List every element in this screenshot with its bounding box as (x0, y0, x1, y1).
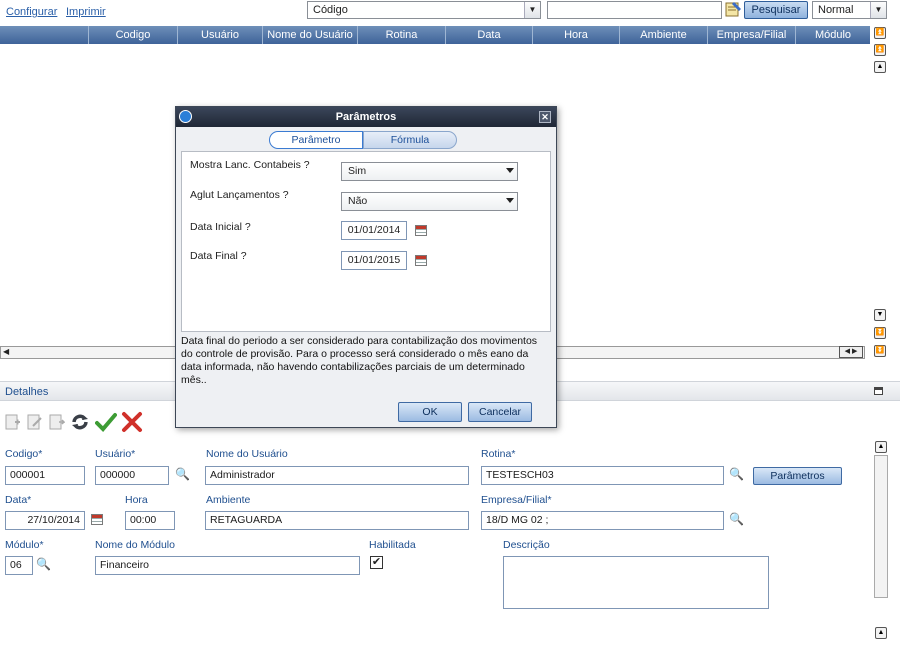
aglut-lancamentos-value: Não (348, 195, 368, 207)
scroll-up-icon[interactable]: ▲ (874, 61, 886, 73)
view-mode-value: Normal (818, 4, 854, 16)
modulo-label: Módulo* (5, 539, 44, 551)
grid-header: Codigo Usuário Nome do Usuário Rotina Da… (0, 26, 870, 44)
details-title: Detalhes (5, 386, 49, 398)
empresa-filial-field[interactable]: 18/D MG 02 ; (481, 511, 724, 530)
calendar-icon[interactable] (415, 225, 427, 236)
edit-record-icon[interactable] (25, 413, 43, 434)
hora-field[interactable]: 00:00 (125, 511, 175, 530)
column-modulo[interactable]: Módulo (795, 26, 870, 44)
notepad-icon[interactable] (724, 0, 742, 18)
nome-modulo-field[interactable]: Financeiro (95, 556, 360, 575)
confirm-check-icon[interactable] (95, 411, 117, 436)
calendar-icon[interactable] (91, 514, 103, 525)
data-label: Data* (5, 494, 32, 506)
details-scroll-track[interactable] (874, 455, 888, 598)
descricao-textarea[interactable] (503, 556, 769, 609)
descricao-label: Descrição (503, 539, 550, 551)
details-actions (3, 411, 168, 435)
empresa-filial-label: Empresa/Filial* (481, 494, 552, 506)
add-record-icon[interactable] (3, 413, 21, 434)
scroll-bottom-icon[interactable]: ⏬ (874, 345, 886, 357)
habilitada-checkbox[interactable]: ✔ (370, 556, 383, 569)
pesquisar-button[interactable]: Pesquisar (744, 1, 808, 19)
search-field-select[interactable]: Código ▼ (307, 1, 541, 19)
app-logo-icon (179, 110, 192, 123)
copy-record-icon[interactable] (47, 413, 66, 434)
imprimir-link[interactable]: Imprimir (66, 6, 106, 18)
ambiente-field[interactable]: RETAGUARDA (205, 511, 469, 530)
usuario-label: Usuário* (95, 448, 136, 460)
parametros-dialog: Parâmetros ✕ Parâmetro Fórmula Mostra La… (175, 106, 557, 428)
scroll-up-icon[interactable]: ▲ (875, 441, 887, 453)
chevron-down-icon (506, 168, 514, 173)
column-nome-usuario[interactable]: Nome do Usuário (262, 26, 357, 44)
column-usuario[interactable]: Usuário (177, 26, 262, 44)
hora-label: Hora (125, 494, 148, 506)
column-empresa-filial[interactable]: Empresa/Filial (707, 26, 795, 44)
calendar-icon[interactable] (415, 255, 427, 266)
param-label: Data Inicial ? (190, 221, 251, 233)
param-label: Data Final ? (190, 250, 247, 262)
codigo-label: Codigo* (5, 448, 43, 460)
scroll-left-right-icon[interactable]: ◀ ▶ (839, 346, 863, 358)
nome-usuario-label: Nome do Usuário (206, 448, 288, 460)
ok-button[interactable]: OK (398, 402, 462, 422)
help-text: Data final do periodo a ser considerado … (181, 335, 538, 386)
collapse-icon[interactable] (874, 387, 883, 395)
modulo-field[interactable]: 06 (5, 556, 33, 575)
tab-parametro[interactable]: Parâmetro (269, 131, 363, 149)
rotina-label: Rotina* (481, 448, 516, 460)
search-icon[interactable]: 🔍 (36, 557, 51, 571)
chevron-down-icon: ▼ (870, 2, 886, 18)
scroll-up-icon[interactable]: ▲ (875, 627, 887, 639)
chevron-down-icon: ▼ (524, 2, 540, 18)
column-data[interactable]: Data (445, 26, 532, 44)
usuario-field[interactable]: 000000 (95, 466, 169, 485)
data-final-field[interactable]: 01/01/2015 (341, 251, 407, 270)
refresh-icon[interactable] (69, 411, 91, 436)
scroll-down-icon[interactable]: ▼ (874, 309, 886, 321)
mostra-lanc-value: Sim (348, 165, 367, 177)
search-icon[interactable]: 🔍 (729, 512, 744, 526)
configurar-link[interactable]: Configurar (6, 6, 57, 18)
parametros-button[interactable]: Parâmetros (753, 467, 842, 485)
nome-usuario-field[interactable]: Administrador (205, 466, 469, 485)
mostra-lanc-select[interactable]: Sim (341, 162, 518, 181)
scroll-left-icon[interactable]: ◀ (3, 347, 9, 356)
tab-formula[interactable]: Fórmula (363, 131, 457, 149)
aglut-lancamentos-select[interactable]: Não (341, 192, 518, 211)
dialog-title: Parâmetros (335, 111, 397, 123)
rotina-field[interactable]: TESTESCH03 (481, 466, 724, 485)
scroll-top-icon[interactable]: ⏫ (874, 27, 886, 39)
ambiente-label: Ambiente (206, 494, 251, 506)
data-field[interactable]: 27/10/2014 (5, 511, 85, 530)
column-ambiente[interactable]: Ambiente (619, 26, 707, 44)
chevron-down-icon (506, 198, 514, 203)
search-field-value: Código (313, 4, 348, 16)
param-label: Aglut Lançamentos ? (190, 189, 289, 201)
codigo-field[interactable]: 000001 (5, 466, 85, 485)
scroll-page-down-icon[interactable]: ⏬ (874, 327, 886, 339)
column-codigo[interactable]: Codigo (88, 26, 177, 44)
habilitada-label: Habilitada (369, 539, 416, 551)
search-icon[interactable]: 🔍 (175, 467, 190, 481)
dialog-title-bar: Parâmetros ✕ (176, 107, 556, 127)
data-inicial-field[interactable]: 01/01/2014 (341, 221, 407, 240)
cancelar-button[interactable]: Cancelar (468, 402, 532, 422)
column-rotina[interactable]: Rotina (357, 26, 445, 44)
top-toolbar: Configurar Imprimir Código ▼ Pesquisar N… (0, 0, 900, 22)
column-hora[interactable]: Hora (532, 26, 619, 44)
search-icon[interactable]: 🔍 (729, 467, 744, 481)
view-mode-select[interactable]: Normal ▼ (812, 1, 887, 19)
param-label: Mostra Lanc. Contabeis ? (190, 159, 310, 171)
dialog-form: Mostra Lanc. Contabeis ? Sim Aglut Lança… (181, 151, 551, 332)
nome-modulo-label: Nome do Módulo (95, 539, 175, 551)
dialog-tabs: Parâmetro Fórmula (269, 131, 457, 149)
cancel-x-icon[interactable] (121, 411, 143, 436)
search-input[interactable] (547, 1, 722, 19)
close-icon[interactable]: ✕ (539, 111, 551, 123)
scroll-page-up-icon[interactable]: ⏫ (874, 44, 886, 56)
